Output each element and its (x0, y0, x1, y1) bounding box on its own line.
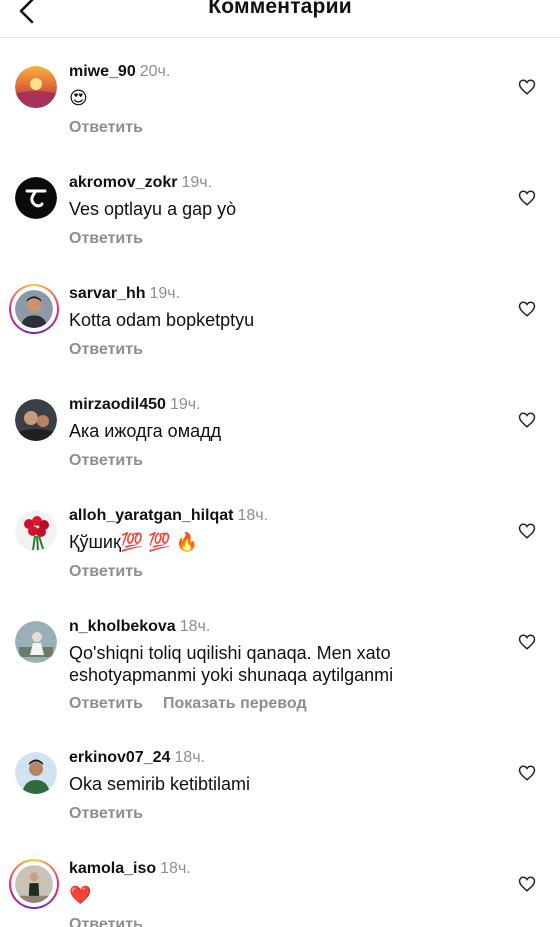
avatar[interactable] (15, 399, 57, 441)
comment-text: 😍 (69, 88, 88, 108)
reply-button[interactable]: Ответить (69, 805, 143, 822)
comment-meta: kamola_iso 18ч. (69, 859, 191, 879)
like-heart-icon[interactable] (518, 522, 536, 540)
comment-actions: Ответить (69, 119, 163, 137)
avatar[interactable] (15, 66, 57, 108)
avatar[interactable] (15, 752, 57, 794)
comment-username[interactable]: n_kholbekova (69, 618, 176, 635)
comment-item: kamola_iso 18ч. ❤️ Ответить (0, 835, 560, 927)
avatar-image (15, 752, 57, 794)
comment-item: n_kholbekova 18ч. Qo'shiqni toliq uqilish… (0, 593, 560, 724)
comment-time: 18ч. (174, 749, 205, 766)
avatar-image (15, 510, 57, 552)
comment-time: 19ч. (169, 396, 201, 413)
like-heart-icon[interactable] (518, 78, 536, 96)
comment-text: ❤️ (69, 885, 92, 905)
avatar-image (15, 621, 57, 663)
comment-time: 18ч. (179, 618, 211, 635)
comment-item: mirzaodil450 19ч. Ака ижодга омадд Ответи… (0, 371, 560, 482)
avatar[interactable] (15, 510, 57, 552)
comment-time: 18ч. (160, 860, 191, 877)
avatar[interactable] (9, 284, 59, 334)
avatar-image (15, 66, 57, 108)
comment-actions: Ответить (69, 563, 163, 581)
reply-button[interactable]: Ответить (69, 230, 143, 247)
comment-text: Ака ижодга омадд (69, 421, 222, 441)
comment-actions: Ответить (69, 916, 163, 927)
comment-actions: Ответить (69, 452, 163, 470)
comment-username[interactable]: akromov_zokr (69, 174, 178, 191)
like-heart-icon[interactable] (518, 189, 536, 207)
comment-item: sarvar_hh 19ч. Kotta odam bopketptyu Отве… (0, 260, 560, 371)
avatar-image (15, 290, 53, 328)
comment-actions: Ответить (69, 805, 163, 823)
comment-meta: n_kholbekova 18ч. (69, 617, 210, 637)
comment-time: 19ч. (181, 174, 213, 191)
comment-text: Qo'shiqni toliq uqilishi qanaqa. Men xat… (69, 643, 394, 685)
avatar[interactable] (15, 621, 57, 663)
comment-username[interactable]: alloh_yaratgan_hilqat (69, 507, 234, 524)
comment-meta: akromov_zokr 19ч. (69, 173, 212, 193)
avatar-image (15, 399, 57, 441)
reply-button[interactable]: Ответить (69, 452, 143, 469)
comment-text: Қўшиқ💯 💯 🔥 (69, 532, 199, 552)
reply-button[interactable]: Ответить (69, 916, 143, 927)
avatar-image (15, 865, 53, 903)
comment-text: Ves optlayu a gap yò (69, 199, 237, 219)
reply-button[interactable]: Ответить (69, 695, 143, 712)
like-heart-icon[interactable] (518, 875, 536, 893)
comment-item: akromov_zokr 19ч. Ves optlayu a gap yò От… (0, 149, 560, 260)
comment-time: 20ч. (139, 63, 171, 80)
comment-actions: Ответить (69, 230, 163, 248)
comment-meta: alloh_yaratgan_hilqat 18ч. (69, 506, 268, 526)
comment-item: miwe_90 20ч. 😍 Ответить (0, 38, 560, 149)
avatar[interactable] (9, 859, 59, 909)
comment-actions: Ответить (69, 341, 163, 359)
avatar-image (15, 177, 57, 219)
page-title: Комментарии (208, 0, 352, 18)
avatar[interactable] (15, 177, 57, 219)
comment-item: alloh_yaratgan_hilqat 18ч. Қўшиқ💯 💯 🔥 Отв… (0, 482, 560, 593)
comment-actions: Ответить Показать перевод (69, 695, 327, 713)
comment-username[interactable]: sarvar_hh (69, 285, 146, 302)
like-heart-icon[interactable] (518, 633, 536, 651)
comment-item: erkinov07_24 18ч. Oka semirib ketibtilami… (0, 724, 560, 835)
comment-meta: erkinov07_24 18ч. (69, 748, 205, 768)
comment-username[interactable]: miwe_90 (69, 63, 136, 80)
comment-meta: sarvar_hh 19ч. (69, 284, 180, 304)
like-heart-icon[interactable] (518, 300, 536, 318)
comment-text: Oka semirib ketibtilami (69, 774, 251, 794)
comment-time: 18ч. (237, 507, 269, 524)
comment-username[interactable]: kamola_iso (69, 860, 156, 877)
comment-username[interactable]: erkinov07_24 (69, 749, 170, 766)
like-heart-icon[interactable] (518, 411, 536, 429)
top-bar: Комментарии (0, 0, 560, 38)
like-heart-icon[interactable] (518, 764, 536, 782)
comment-time: 19ч. (149, 285, 181, 302)
reply-button[interactable]: Ответить (69, 119, 143, 136)
show-translation-button[interactable]: Показать перевод (163, 695, 307, 712)
reply-button[interactable]: Ответить (69, 341, 143, 358)
comment-meta: mirzaodil450 19ч. (69, 395, 201, 415)
reply-button[interactable]: Ответить (69, 563, 143, 580)
comment-text: Kotta odam bopketptyu (69, 310, 255, 330)
comment-meta: miwe_90 20ч. (69, 62, 170, 82)
comment-username[interactable]: mirzaodil450 (69, 396, 166, 413)
